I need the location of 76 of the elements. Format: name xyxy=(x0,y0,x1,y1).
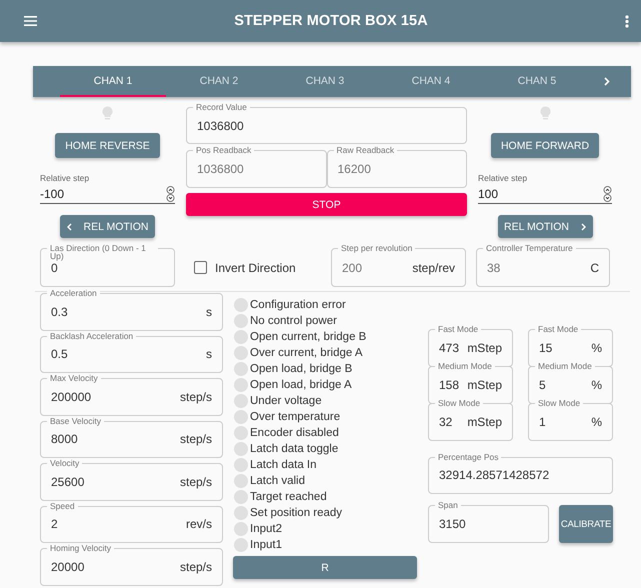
status-label: Configuration error xyxy=(250,299,346,311)
chevron-right-icon xyxy=(580,222,586,230)
number-field[interactable]: -100 xyxy=(40,185,175,204)
status-label: Input1 xyxy=(250,539,282,551)
more-options-icon[interactable] xyxy=(624,14,629,28)
field-label: Record Value xyxy=(193,103,250,112)
field-label: Raw Readback xyxy=(334,146,398,155)
field-label: Pos Readback xyxy=(193,146,254,155)
status-label: Open current, bridge B xyxy=(250,331,366,343)
field-label: Medium Mode xyxy=(435,362,495,371)
reset-button[interactable]: R xyxy=(233,556,417,579)
unit-label: % xyxy=(591,340,602,355)
status-label: Latch data toggle xyxy=(250,443,338,455)
unit-label: % xyxy=(591,414,602,429)
field-label: Slow Mode xyxy=(435,399,484,408)
unit-label: mStep xyxy=(467,414,502,429)
field-label: Slow Mode xyxy=(535,399,584,408)
field-label: Base Velocity xyxy=(47,416,104,426)
menu-icon[interactable] xyxy=(24,16,37,26)
checkbox[interactable] xyxy=(194,261,207,274)
chevron-right-icon[interactable] xyxy=(604,77,610,86)
status-label: Open load, bridge A xyxy=(250,379,352,391)
unit-label: mStep xyxy=(467,378,502,392)
field-label: Speed xyxy=(47,502,78,510)
status-label: Over temperature xyxy=(250,411,340,423)
checkbox-label: Invert Direction xyxy=(215,260,296,274)
status-label: Over current, bridge A xyxy=(250,347,362,359)
unit-label: C xyxy=(590,260,599,274)
unit-label: s xyxy=(206,347,212,362)
status-label: Encoder disabled xyxy=(250,427,339,439)
unit-label: mStep xyxy=(467,340,502,355)
field-label: Span xyxy=(435,501,461,510)
channel-tab[interactable]: CHAN 1 xyxy=(60,66,166,97)
rel-motion-button[interactable]: REL MOTION xyxy=(498,215,592,238)
field-label: Relative step xyxy=(40,173,90,183)
status-label: Under voltage xyxy=(250,395,322,407)
light-bulb-icon xyxy=(102,106,113,120)
stop-button[interactable]: STOP xyxy=(186,193,467,216)
field-label: Acceleration xyxy=(47,289,100,298)
status-label: Latch data In xyxy=(250,459,316,471)
spinner-icon[interactable] xyxy=(166,186,175,202)
home-button[interactable]: HOME REVERSE xyxy=(55,133,160,158)
field-label: Las Direction (0 Down - 1 Up) xyxy=(47,244,158,260)
chevron-left-icon xyxy=(66,222,72,230)
spinner-icon[interactable] xyxy=(603,186,612,202)
field-label: Backlash Acceleration xyxy=(47,332,136,340)
app-title: STEPPER MOTOR BOX 15A xyxy=(234,13,428,29)
field-label: Max Velocity xyxy=(47,374,101,383)
field-label: Medium Mode xyxy=(535,362,595,371)
unit-label: rev/s xyxy=(186,517,212,532)
field-label: Step per revolution xyxy=(338,244,416,253)
status-label: Open load, bridge B xyxy=(250,363,352,375)
status-label: Set position ready xyxy=(250,507,342,519)
home-button[interactable]: HOME FORWARD xyxy=(490,133,600,158)
status-label: Input2 xyxy=(250,523,282,535)
unit-label: step/s xyxy=(180,474,212,489)
field-label: Velocity xyxy=(47,459,82,468)
field-label: Homing Velocity xyxy=(47,544,114,553)
field-label: Fast Mode xyxy=(535,325,582,334)
field-label: Fast Mode xyxy=(435,325,482,334)
field-label: Percentage Pos xyxy=(435,452,502,462)
field-label: Relative step xyxy=(478,173,528,183)
unit-label: step/s xyxy=(180,560,212,574)
unit-label: % xyxy=(591,378,602,392)
status-label: Target reached xyxy=(250,491,327,503)
rel-motion-button[interactable]: REL MOTION xyxy=(60,215,155,238)
number-field[interactable]: 100 xyxy=(478,185,612,204)
light-bulb-icon xyxy=(540,106,550,120)
unit-label: step/s xyxy=(180,390,212,404)
unit-label: step/s xyxy=(180,432,212,446)
status-label: Latch valid xyxy=(250,475,305,487)
unit-label: s xyxy=(206,304,212,319)
field-label: Controller Temperature xyxy=(483,244,576,253)
calibrate-button[interactable]: CALIBRATE xyxy=(559,505,613,543)
status-label: No control power xyxy=(250,315,337,327)
unit-label: step/rev xyxy=(412,260,455,274)
